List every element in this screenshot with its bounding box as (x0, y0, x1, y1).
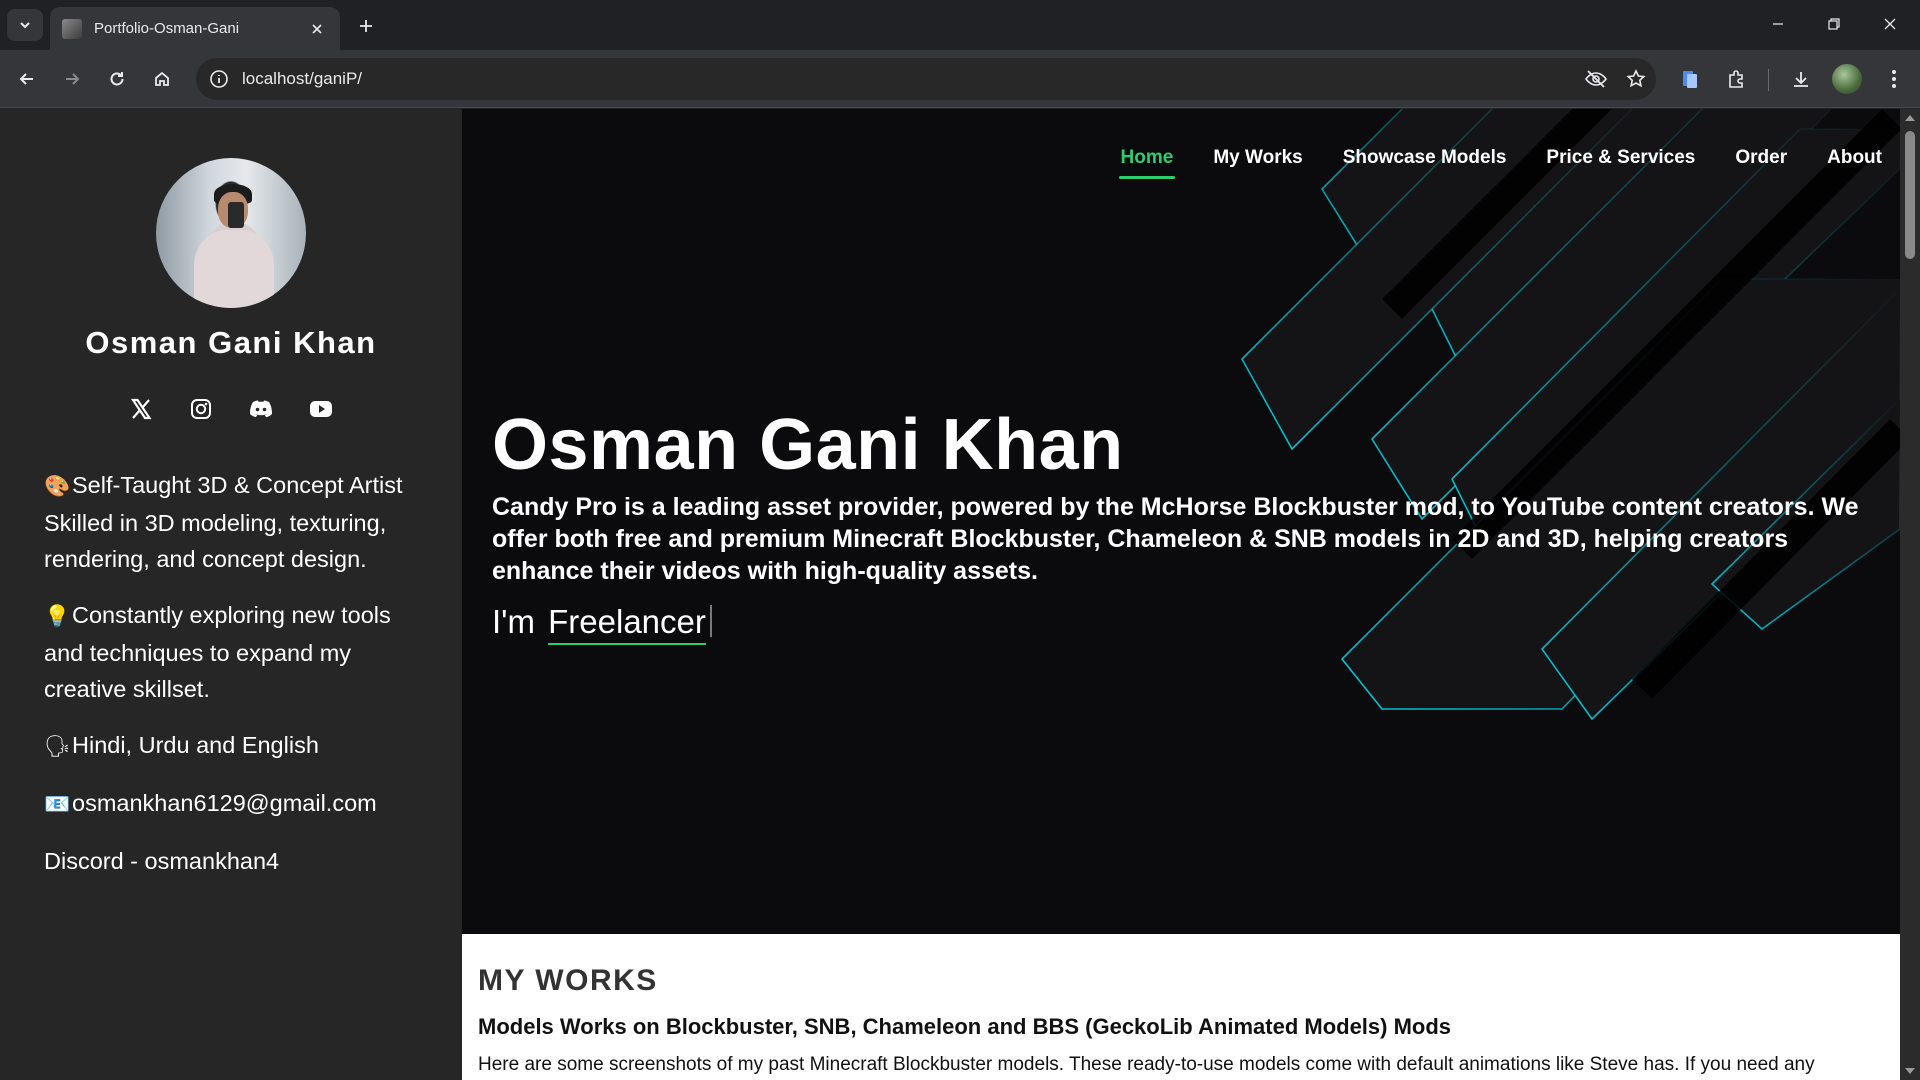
nav-about[interactable]: About (1827, 147, 1882, 179)
back-button[interactable] (9, 61, 45, 97)
typing-caret (709, 605, 712, 637)
close-icon (1884, 18, 1896, 30)
nav-price-services[interactable]: Price & Services (1546, 147, 1695, 179)
typed-prefix: I'm (492, 603, 535, 640)
bio-item-learning: 💡Constantly exploring new tools and tech… (44, 597, 434, 707)
instagram-link[interactable] (185, 393, 217, 425)
youtube-icon (310, 401, 332, 417)
extensions-menu-button[interactable] (1718, 61, 1754, 97)
bio-list: 🎨Self-Taught 3D & Concept Artist Skilled… (44, 467, 434, 899)
x-icon (130, 398, 152, 420)
document-extension-icon (1683, 71, 1697, 88)
toolbar-divider (1768, 69, 1769, 91)
browser-tabstrip: Portfolio-Osman-Gani (0, 0, 1920, 50)
arrow-left-icon (19, 73, 33, 85)
nav-order[interactable]: Order (1735, 147, 1787, 179)
page-scrollbar[interactable] (1900, 109, 1920, 1080)
restore-button[interactable] (1806, 0, 1862, 48)
address-bar[interactable]: localhost/ganiP/ (196, 58, 1656, 100)
palette-icon: 🎨 (44, 475, 71, 498)
download-icon (1794, 72, 1808, 87)
downloads-button[interactable] (1783, 61, 1819, 97)
plus-icon (360, 20, 372, 32)
typed-word: Freelancer (548, 603, 706, 645)
youtube-link[interactable] (305, 393, 337, 425)
nav-home[interactable]: Home (1118, 147, 1176, 179)
scroll-up-arrow-icon[interactable] (1904, 113, 1916, 123)
bio-item-languages: 🗣Hindi, Urdu and English (44, 727, 434, 765)
profile-photo (156, 158, 306, 308)
hero-title: Osman Gani Khan (492, 405, 1124, 485)
home-button[interactable] (144, 61, 180, 97)
arrow-right-icon (66, 73, 80, 85)
lightbulb-icon: 💡 (44, 605, 71, 628)
discord-link[interactable] (245, 393, 277, 425)
scroll-down-arrow-icon[interactable] (1904, 1066, 1916, 1076)
works-description: Here are some screenshots of my past Min… (478, 1054, 1815, 1075)
x-link[interactable] (125, 393, 157, 425)
top-navigation: Home My Works Showcase Models Price & Se… (1118, 147, 1882, 179)
close-icon (312, 23, 322, 34)
social-links (125, 393, 337, 425)
browser-toolbar: localhost/ganiP/ (0, 50, 1920, 108)
bio-item-discord: Discord - osmankhan4 (44, 848, 280, 874)
star-icon (1626, 69, 1646, 88)
tab-close-button[interactable] (306, 18, 328, 40)
browser-tab[interactable]: Portfolio-Osman-Gani (50, 7, 340, 50)
tracking-protection-button[interactable] (1576, 58, 1616, 100)
bio-item-email: 📧osmankhan6129@gmail.com (44, 785, 434, 823)
close-window-button[interactable] (1862, 0, 1918, 48)
bookmark-button[interactable] (1616, 58, 1656, 100)
profile-sidebar: Osman Gani Khan 🎨Self-Taught 3D & Concep… (0, 109, 462, 1080)
scrollbar-thumb[interactable] (1905, 131, 1915, 259)
puzzle-icon (1729, 70, 1743, 88)
profile-avatar[interactable] (1832, 64, 1862, 94)
sidebar-name: Osman Gani Khan (85, 325, 377, 360)
restore-icon (1828, 18, 1840, 30)
extension-button[interactable] (1672, 61, 1708, 97)
typed-role-line: I'm Freelancer (492, 603, 712, 645)
reload-icon (110, 72, 124, 86)
works-subheading: Models Works on Blockbuster, SNB, Chamel… (478, 1014, 1452, 1039)
works-heading: MY WORKS (478, 964, 658, 997)
hero-description: Candy Pro is a leading asset provider, p… (492, 493, 1859, 585)
minimize-button[interactable] (1750, 0, 1806, 48)
nav-my-works[interactable]: My Works (1213, 147, 1302, 179)
email-icon: 📧 (44, 793, 71, 816)
tab-title: Portfolio-Osman-Gani (94, 20, 240, 37)
tab-favicon-icon (62, 18, 82, 39)
browser-menu-button[interactable] (1876, 61, 1912, 97)
my-works-section: MY WORKS Models Works on Blockbuster, SN… (462, 934, 1900, 1080)
url-text[interactable]: localhost/ganiP/ (242, 69, 1576, 89)
minimize-icon (1773, 23, 1783, 25)
more-vertical-icon (1892, 70, 1896, 88)
bio-item-profession: 🎨Self-Taught 3D & Concept Artist Skilled… (44, 467, 434, 577)
info-icon (210, 70, 228, 88)
eye-off-icon (1585, 70, 1607, 88)
reload-button[interactable] (99, 61, 135, 97)
forward-button[interactable] (54, 61, 90, 97)
new-tab-button[interactable] (350, 10, 382, 42)
discord-icon (250, 400, 272, 417)
site-info-button[interactable] (200, 58, 238, 100)
speaking-head-icon: 🗣 (44, 735, 71, 758)
nav-showcase-models[interactable]: Showcase Models (1343, 147, 1507, 179)
tab-search-button[interactable] (7, 9, 43, 41)
page-viewport: Osman Gani Khan 🎨Self-Taught 3D & Concep… (0, 109, 1920, 1080)
home-icon (155, 71, 169, 86)
chevron-down-icon (20, 22, 30, 29)
instagram-icon (191, 399, 211, 419)
hero-section: Home My Works Showcase Models Price & Se… (462, 109, 1900, 934)
